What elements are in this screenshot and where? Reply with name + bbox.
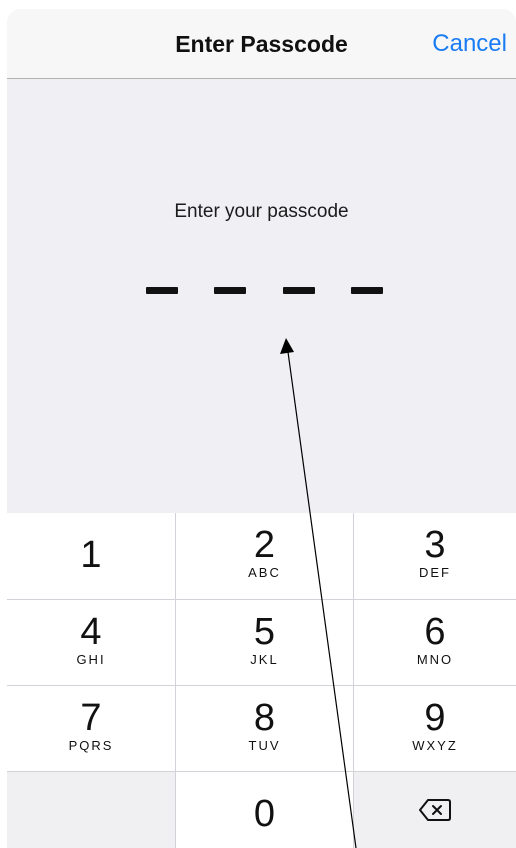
key-letters: DEF [419,565,451,580]
key-digit: 5 [253,611,276,653]
key-4[interactable]: 4 GHI [7,600,175,685]
key-digit: 0 [253,793,276,835]
key-letters: TUV [248,738,281,753]
key-3[interactable]: 3 DEF [354,513,516,599]
delete-key[interactable] [354,772,516,848]
key-7[interactable]: 7 PQRS [7,686,175,771]
key-6[interactable]: 6 MNO [354,600,516,685]
key-digit: 6 [424,611,446,653]
key-5[interactable]: 5 JKL [176,600,353,685]
key-digit: 2 [253,524,276,566]
navigation-bar: Enter Passcode Cancel [7,9,516,79]
key-letters: MNO [416,652,454,667]
passcode-dash [146,287,178,294]
passcode-screen: Enter Passcode Cancel Enter your passcod… [7,9,516,848]
passcode-dash [214,287,246,294]
numeric-keypad: 1 2 ABC 3 DEF 4 GHI 5 JKL 6 MNO 7 PQRS 8… [7,513,516,848]
passcode-dashes [7,287,516,297]
key-digit: 4 [80,611,102,653]
key-letters: JKL [250,652,279,667]
passcode-dash [283,287,315,294]
key-letters: GHI [76,652,106,667]
key-digit: 3 [424,524,446,566]
cancel-button[interactable]: Cancel [432,9,507,79]
passcode-dash [351,287,383,294]
key-blank [7,772,175,848]
key-1[interactable]: 1 [7,513,175,599]
key-digit: 8 [253,697,276,739]
screen: Enter Passcode Cancel Enter your passcod… [0,0,516,848]
key-letters: ABC [248,565,281,580]
passcode-prompt: Enter your passcode [174,201,349,222]
delete-backspace-icon [419,799,451,821]
key-letters: WXYZ [412,738,458,753]
key-8[interactable]: 8 TUV [176,686,353,771]
key-0[interactable]: 0 [176,772,353,848]
key-letters: PQRS [68,738,114,753]
key-digit: 7 [80,697,102,739]
key-digit: 9 [424,697,446,739]
key-digit: 1 [80,534,102,576]
key-9[interactable]: 9 WXYZ [354,686,516,771]
key-2[interactable]: 2 ABC [176,513,353,599]
